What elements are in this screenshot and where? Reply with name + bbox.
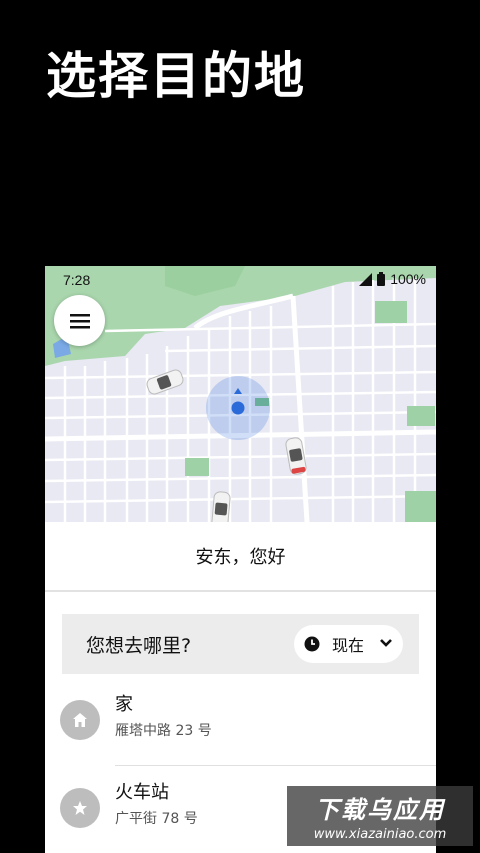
home-icon-badge	[60, 700, 100, 740]
place-name: 家	[115, 694, 133, 715]
search-prompt: 您想去哪里?	[86, 635, 192, 657]
star-icon-badge	[60, 788, 100, 828]
chevron-down-icon	[380, 639, 392, 647]
divider	[115, 765, 436, 766]
greeting-text: 安东，您好	[45, 522, 436, 592]
battery-percentage: 100%	[390, 271, 426, 287]
car-icon	[211, 491, 231, 522]
status-bar: 7:28 100%	[45, 266, 436, 292]
clock-icon	[304, 636, 320, 652]
watermark-title: 下载乌应用	[315, 796, 445, 824]
place-address: 雁塔中路 23 号	[115, 723, 212, 739]
place-address: 广平街 78 号	[115, 811, 198, 827]
star-icon	[73, 801, 87, 815]
time-selector-button[interactable]: 现在	[294, 625, 403, 663]
map-view[interactable]	[45, 266, 436, 522]
status-time: 7:28	[63, 272, 91, 288]
watermark-logo: 下载乌应用 www.xiazainiao.com	[287, 786, 473, 846]
hero-title: 选择目的地	[46, 47, 306, 105]
current-location-dot	[231, 401, 245, 415]
time-option-label: 现在	[332, 636, 365, 655]
destination-search-bar[interactable]: 您想去哪里? 现在	[62, 614, 419, 674]
signal-icon	[359, 272, 373, 286]
battery-icon	[377, 272, 386, 286]
hamburger-menu-icon	[69, 313, 90, 328]
home-icon	[73, 713, 87, 727]
place-name: 火车站	[115, 782, 169, 803]
menu-button[interactable]	[54, 295, 105, 346]
watermark-url: www.xiazainiao.com	[313, 827, 447, 842]
saved-place-home[interactable]: 家 雁塔中路 23 号	[45, 680, 436, 766]
phone-screen: 7:28 100% 安东，您好 您想去哪里? 现在 家 雁塔中路 23 号 火车…	[45, 266, 436, 853]
